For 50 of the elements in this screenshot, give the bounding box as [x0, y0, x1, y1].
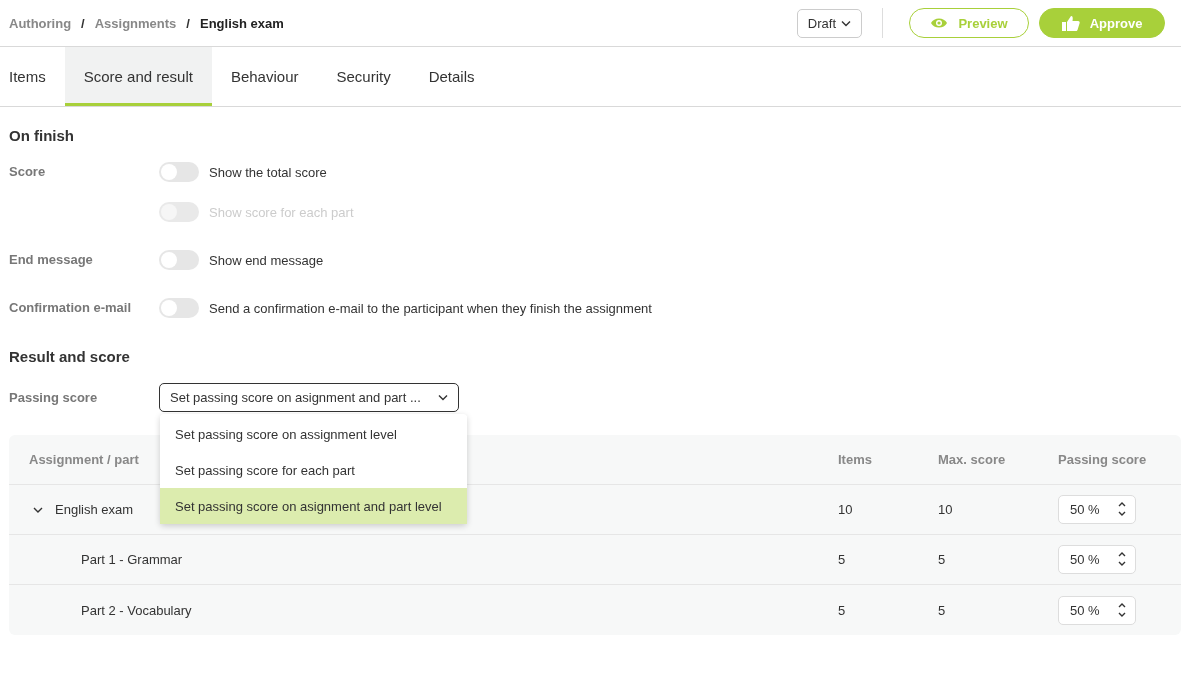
breadcrumb-link[interactable]: Assignments: [94, 15, 177, 31]
tab[interactable]: Behaviour: [211, 47, 318, 106]
table-cell-text: 5: [938, 552, 947, 567]
tab[interactable]: Items: [0, 47, 65, 106]
table-cell-text: 5: [838, 602, 847, 618]
table-cell-text: 10: [838, 502, 854, 517]
toggle-label: Show end message: [209, 252, 324, 268]
tab[interactable]: Details: [409, 47, 494, 106]
row-name: English exam: [55, 502, 134, 517]
breadcrumb-separator: /: [186, 15, 190, 31]
breadcrumb-separator: /: [81, 15, 85, 31]
row-name: Part 2 - Vocabulary: [81, 602, 192, 618]
dropdown-option[interactable]: Set passing score for each part: [160, 452, 467, 488]
number-field[interactable]: 50 %: [1058, 595, 1136, 625]
chevron-down-icon: [438, 394, 448, 401]
stepper-arrows-icon: [1117, 601, 1127, 618]
number-field[interactable]: 50 %: [1058, 545, 1136, 574]
toggle-switch[interactable]: [159, 250, 199, 270]
column-header: Items: [838, 452, 873, 467]
setting-label: End message: [9, 251, 94, 269]
toggle-switch[interactable]: [159, 162, 199, 182]
column-header: Assignment / part: [28, 452, 140, 467]
stepper-arrows-icon: [1117, 501, 1127, 517]
row-name: Part 1 - Grammar: [81, 552, 183, 567]
setting-label: Score: [9, 163, 47, 181]
stepper-arrows-icon: [1117, 551, 1127, 567]
table-cell-text: 10: [938, 502, 954, 517]
tab[interactable]: Security: [317, 47, 410, 106]
field-label: Passing score: [9, 388, 99, 407]
table-cell-text: 5: [938, 602, 947, 618]
section-heading: Result and score: [9, 348, 131, 365]
setting-label: Confirmation e-mail: [9, 299, 133, 317]
thumbs-up-icon: [1061, 15, 1080, 31]
breadcrumb-current: English exam: [200, 15, 284, 31]
tab[interactable]: Score and result: [64, 47, 212, 106]
dropdown-option[interactable]: Set passing score on assignment level: [160, 416, 467, 452]
eye-icon: [930, 17, 949, 29]
column-header: Max. score: [938, 452, 1007, 467]
passing-score-dropdown[interactable]: Set passing score on asignment and part ...: [159, 383, 459, 412]
toggle-label: Show the total score: [209, 164, 327, 180]
status-dropdown[interactable]: Draft: [796, 8, 862, 38]
dropdown-option[interactable]: Set passing score on asignment and part level: [160, 488, 467, 524]
column-header: Passing score: [1058, 452, 1148, 467]
number-field[interactable]: 50 %: [1058, 495, 1136, 524]
toggle-label: Send a confirmation e-mail to the participant when they finish the assignment: [209, 300, 652, 316]
toggle-switch[interactable]: [159, 298, 199, 318]
chevron-down-icon: [841, 19, 851, 27]
breadcrumb-link[interactable]: Authoring: [9, 15, 72, 31]
section-heading: On finish: [9, 127, 75, 144]
table-cell-text: 5: [838, 552, 847, 567]
